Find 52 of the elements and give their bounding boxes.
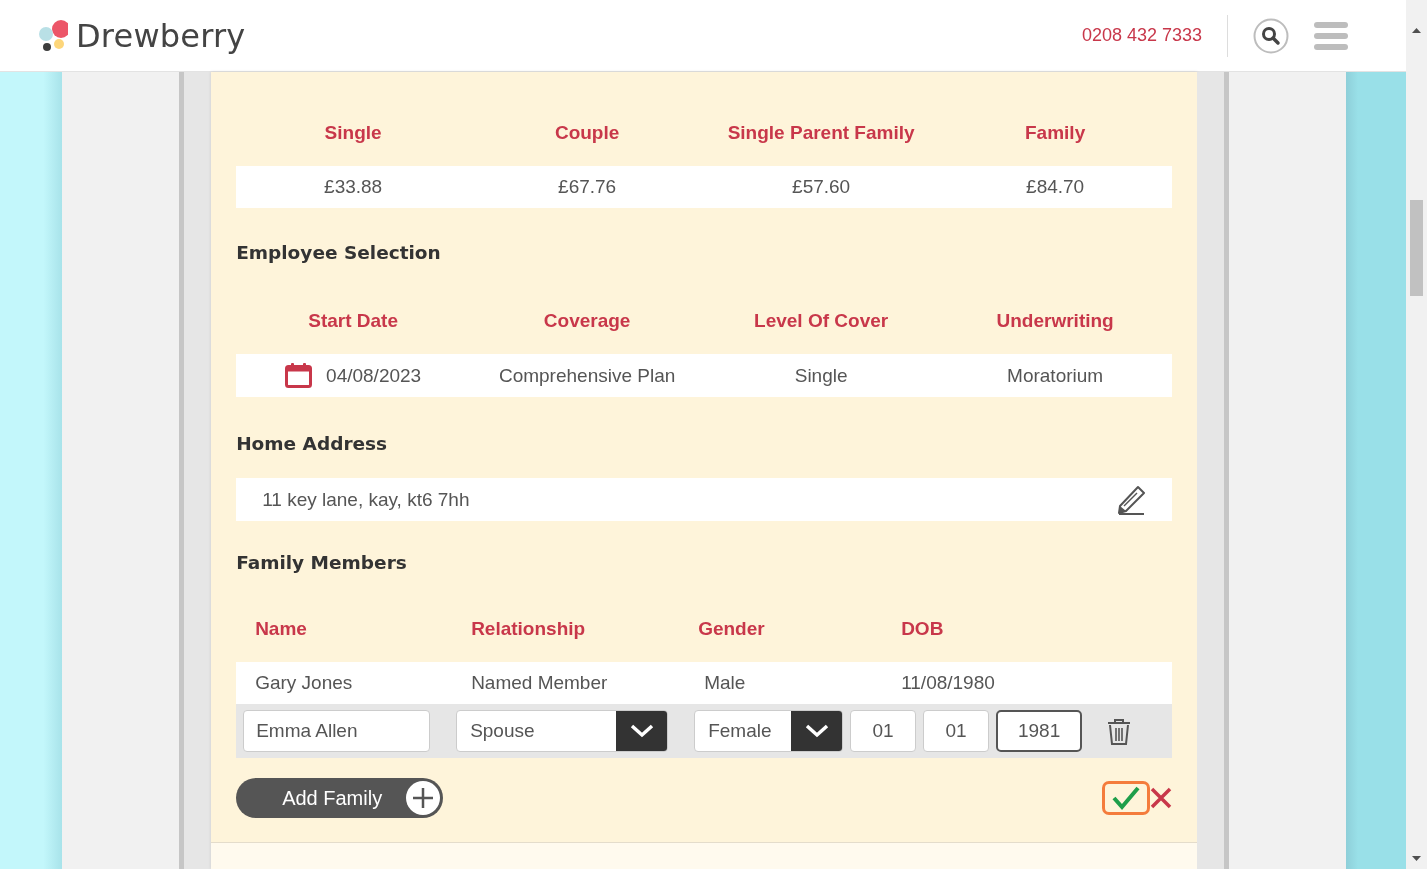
column-header: DOB — [901, 617, 945, 640]
column-header: Level Of Cover — [753, 309, 890, 332]
cancel-icon[interactable] — [1150, 787, 1173, 809]
member-name: Gary Jones — [255, 672, 354, 694]
price-cell-text: £33.88 — [323, 176, 384, 198]
chevron-down-icon — [804, 724, 829, 738]
section-title: Employee Selection — [236, 241, 442, 265]
column-header: Start Date — [307, 309, 399, 332]
column-header: Gender — [698, 617, 766, 640]
scroll-up-icon[interactable] — [1412, 28, 1422, 33]
section-title: Home Address — [236, 432, 389, 456]
add-family-button[interactable]: Add Family — [236, 778, 444, 818]
scrollbar[interactable] — [1406, 0, 1427, 869]
scrollbar-thumb[interactable] — [1410, 200, 1424, 296]
trash-icon[interactable] — [1107, 717, 1132, 745]
column-header: Family — [1024, 121, 1087, 144]
member-gender: Male — [703, 672, 747, 694]
relationship-dropdown[interactable]: Spouse — [456, 710, 669, 752]
column-header: Name — [255, 617, 308, 640]
price-cell-text: £67.76 — [557, 176, 618, 198]
price-cell-text: £84.70 — [1025, 176, 1086, 198]
name-input[interactable]: Emma Allen — [243, 710, 431, 752]
calendar-icon[interactable] — [285, 363, 313, 388]
month-input[interactable]: 01 — [923, 710, 990, 752]
logo-text[interactable]: Drewberry — [76, 16, 246, 55]
column-header: Single — [323, 121, 383, 144]
pencil-icon[interactable] — [1116, 484, 1147, 515]
start-date: 04/08/2023 — [326, 364, 422, 387]
confirm-button[interactable] — [1102, 781, 1151, 815]
day-input[interactable]: 01 — [850, 710, 917, 752]
scroll-down-icon[interactable] — [1412, 856, 1422, 861]
checkmark-icon — [1111, 785, 1142, 811]
column-header: Coverage — [542, 309, 632, 332]
chevron-down-icon — [629, 724, 654, 738]
underwriting-cell-text: Moratorium — [1006, 364, 1105, 387]
column-header: Couple — [553, 121, 621, 144]
plus-icon — [405, 780, 442, 816]
year-input[interactable]: 1981 — [996, 710, 1083, 752]
address-text: 11 key lane, kay, kt6 7hh — [262, 488, 470, 511]
member-relationship: Named Member — [471, 672, 609, 694]
phone-link[interactable]: 0208 432 7333 — [1081, 25, 1202, 46]
section-title: Family Members — [236, 551, 408, 575]
search-icon[interactable] — [1253, 17, 1289, 54]
column-header: Single Parent Family — [726, 121, 916, 144]
logo-dots-icon — [38, 18, 68, 53]
member-dob: 11/08/1980 — [901, 672, 996, 694]
price-cell-text: £57.60 — [791, 176, 852, 198]
column-header: Underwriting — [995, 309, 1115, 332]
column-header: Relationship — [471, 617, 587, 640]
coverage-cell-text: Comprehensive Plan — [497, 364, 677, 387]
gender-dropdown[interactable]: Female — [694, 710, 844, 752]
level-of-cover-cell-text: Single — [793, 364, 849, 387]
